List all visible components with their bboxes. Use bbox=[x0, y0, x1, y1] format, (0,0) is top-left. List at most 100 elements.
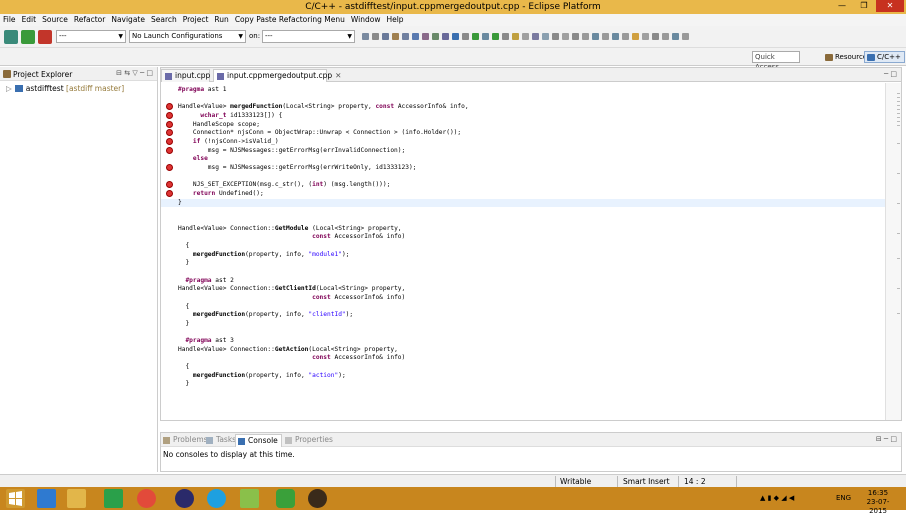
cpp-perspective-button[interactable]: C/C++ bbox=[864, 51, 905, 63]
menu-source[interactable]: Source bbox=[39, 14, 71, 26]
code-line[interactable]: } bbox=[178, 320, 189, 328]
code-line[interactable]: return Undefined(); bbox=[178, 190, 264, 198]
overview-mark[interactable] bbox=[897, 105, 900, 106]
menu-copy-paste-refactoring[interactable]: Copy Paste Refactoring Menu bbox=[232, 14, 348, 26]
code-line[interactable]: const AccessorInfo& info) bbox=[178, 233, 405, 241]
code-line[interactable]: } bbox=[178, 380, 189, 388]
overview-mark[interactable] bbox=[897, 143, 900, 144]
code-line[interactable]: { bbox=[178, 363, 189, 371]
overview-mark[interactable] bbox=[897, 203, 900, 204]
skype-icon[interactable] bbox=[207, 489, 226, 508]
overview-mark[interactable] bbox=[897, 233, 900, 234]
store-icon[interactable] bbox=[104, 489, 123, 508]
overview-mark[interactable] bbox=[897, 313, 900, 314]
error-marker-icon[interactable] bbox=[166, 120, 173, 128]
windows-start-icon[interactable] bbox=[6, 489, 25, 508]
menu-file[interactable]: File bbox=[0, 14, 19, 26]
console-view-controls[interactable]: ⊟ ─ □ bbox=[876, 435, 897, 443]
tab-properties[interactable]: Properties bbox=[283, 434, 336, 447]
toolbar-icons[interactable] bbox=[362, 33, 692, 41]
menu-search[interactable]: Search bbox=[148, 14, 180, 26]
editor-overview-ruler[interactable] bbox=[885, 83, 901, 420]
expand-arrow-icon[interactable]: ▷ bbox=[6, 84, 12, 93]
build-icon[interactable] bbox=[4, 30, 18, 44]
file-explorer-icon[interactable] bbox=[67, 489, 86, 508]
code-line[interactable]: const AccessorInfo& info) bbox=[178, 294, 405, 302]
code-line[interactable]: { bbox=[178, 303, 189, 311]
code-line[interactable]: mergedFunction(property, info, "clientId… bbox=[178, 311, 353, 319]
tree-item-astdifftest[interactable]: ▷ astdifftest [astdiff master] bbox=[6, 84, 124, 93]
overview-mark[interactable] bbox=[897, 93, 900, 94]
overview-mark[interactable] bbox=[897, 117, 900, 118]
launch-mode-combo[interactable]: --- ▼ bbox=[56, 30, 126, 43]
error-marker-icon[interactable] bbox=[166, 146, 173, 154]
launch-target-combo[interactable]: --- ▼ bbox=[262, 30, 355, 43]
menu-navigate[interactable]: Navigate bbox=[108, 14, 148, 26]
code-line[interactable]: Connection* njsConn = ObjectWrap::Unwrap… bbox=[178, 129, 461, 137]
maximize-button[interactable]: ❐ bbox=[854, 0, 874, 12]
code-line[interactable]: NJS_SET_EXCEPTION(msg.c_str(), (int) (ms… bbox=[178, 181, 390, 189]
tab-tasks[interactable]: Tasks bbox=[204, 434, 239, 447]
error-marker-icon[interactable] bbox=[166, 111, 173, 119]
overview-mark[interactable] bbox=[897, 121, 900, 122]
editor-view-controls[interactable]: ─ □ bbox=[884, 70, 897, 78]
view-controls[interactable]: ⊟ ⇆ ▽ ─ □ bbox=[116, 69, 153, 77]
error-marker-icon[interactable] bbox=[166, 129, 173, 137]
eclipse-icon[interactable] bbox=[175, 489, 194, 508]
code-line[interactable]: Handle<Value> Connection::GetModule (Loc… bbox=[178, 225, 402, 233]
code-line[interactable]: } bbox=[161, 198, 885, 207]
overview-mark[interactable] bbox=[897, 113, 900, 114]
overview-mark[interactable] bbox=[897, 173, 900, 174]
minimize-button[interactable]: — bbox=[832, 0, 852, 12]
overview-mark[interactable] bbox=[897, 109, 900, 110]
tray-icons[interactable]: ▲ ▮ ◆ ◢ ◀ bbox=[760, 494, 794, 503]
tab-input-cpp[interactable]: input.cpp bbox=[161, 69, 210, 82]
code-line[interactable]: #pragma ast 3 bbox=[178, 337, 233, 345]
code-line[interactable]: HandleScope scope; bbox=[178, 121, 260, 129]
code-line[interactable]: else bbox=[178, 155, 208, 163]
code-line[interactable]: Handle<Value> Connection::GetAction(Loca… bbox=[178, 346, 398, 354]
overview-mark[interactable] bbox=[897, 258, 900, 259]
error-marker-icon[interactable] bbox=[166, 137, 173, 145]
code-line[interactable]: mergedFunction(property, info, "action")… bbox=[178, 372, 346, 380]
code-area[interactable]: #pragma ast 1 Handle<Value> mergedFunctio… bbox=[161, 83, 885, 420]
overview-mark[interactable] bbox=[897, 125, 900, 126]
overview-mark[interactable] bbox=[897, 97, 900, 98]
run-icon[interactable] bbox=[21, 30, 35, 44]
code-line[interactable]: const AccessorInfo& info) bbox=[178, 354, 405, 362]
overview-mark[interactable] bbox=[897, 288, 900, 289]
code-line[interactable]: #pragma ast 1 bbox=[178, 86, 226, 94]
code-line[interactable]: { bbox=[178, 242, 189, 250]
clock[interactable]: 16:35 23-07-2015 bbox=[858, 489, 898, 516]
error-marker-icon[interactable] bbox=[166, 181, 173, 189]
app-icon[interactable] bbox=[308, 489, 327, 508]
internet-explorer-icon[interactable] bbox=[37, 489, 56, 508]
menu-window[interactable]: Window bbox=[348, 14, 384, 26]
code-line[interactable]: msg = NJSMessages::getErrorMsg(errWriteO… bbox=[178, 164, 417, 172]
code-line[interactable]: Handle<Value> Connection::GetClientId(Lo… bbox=[178, 285, 405, 293]
tab-console[interactable]: Console bbox=[235, 434, 282, 447]
code-line[interactable]: mergedFunction(property, info, "module1"… bbox=[178, 251, 349, 259]
code-line[interactable]: msg = NJSMessages::getErrorMsg(errInvali… bbox=[178, 147, 405, 155]
close-tab-icon[interactable]: ✕ bbox=[335, 71, 341, 80]
quick-access-input[interactable]: Quick Access bbox=[752, 51, 800, 71]
menu-edit[interactable]: Edit bbox=[19, 14, 40, 26]
project-explorer-title[interactable]: Project Explorer bbox=[13, 70, 72, 79]
menu-project[interactable]: Project bbox=[180, 14, 212, 26]
tab-input-cppmergedoutput[interactable]: input.cppmergedoutput.cpp ✕ bbox=[213, 69, 341, 82]
hangouts-icon[interactable] bbox=[276, 489, 295, 508]
code-line[interactable]: #pragma ast 2 bbox=[178, 277, 233, 285]
error-marker-icon[interactable] bbox=[166, 189, 173, 197]
menu-run[interactable]: Run bbox=[211, 14, 231, 26]
language-indicator[interactable]: ENG bbox=[836, 494, 851, 503]
notes-icon[interactable] bbox=[240, 489, 259, 508]
close-button[interactable]: ✕ bbox=[876, 0, 904, 12]
overview-mark[interactable] bbox=[897, 101, 900, 102]
menu-help[interactable]: Help bbox=[383, 14, 406, 26]
code-line[interactable]: } bbox=[178, 259, 189, 267]
code-line[interactable]: if (!njsConn->isValid_) bbox=[178, 138, 279, 146]
code-line[interactable]: Handle<Value> mergedFunction(Local<Strin… bbox=[178, 103, 469, 111]
chrome-icon[interactable] bbox=[137, 489, 156, 508]
error-marker-icon[interactable] bbox=[166, 103, 173, 111]
menu-refactor[interactable]: Refactor bbox=[71, 14, 108, 26]
